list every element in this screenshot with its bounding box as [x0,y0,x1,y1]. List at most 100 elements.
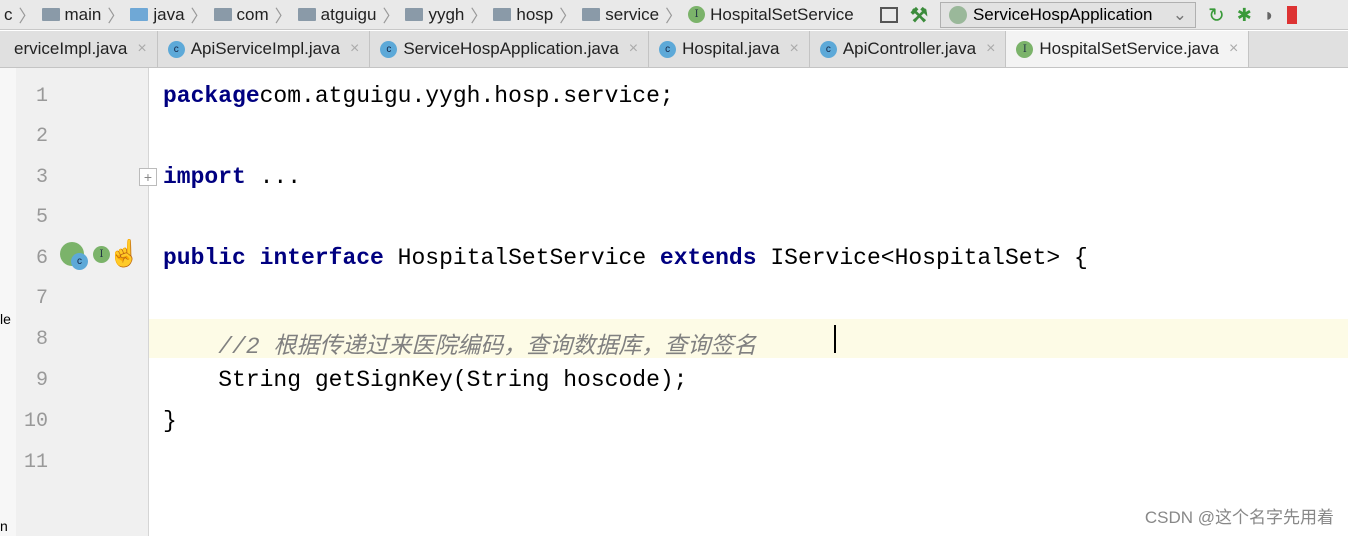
side-text: le [0,311,11,327]
line-number: 7 [35,287,48,310]
breadcrumb-label: main [64,4,102,24]
spring-class-icon: c [380,40,398,58]
run-config-label: ServiceHospApplication [972,5,1153,24]
package-icon [493,8,512,21]
editor-tabs: erviceImpl.java × c ApiServiceImpl.java × c Se… [0,31,1348,68]
code-line[interactable]: import ... [163,164,301,190]
code-token: package [163,83,260,109]
package-icon [213,8,232,21]
code-token: interface [259,245,384,271]
close-icon[interactable]: × [350,40,359,58]
breadcrumb-item[interactable]: main [38,5,106,25]
folder-icon [41,8,60,21]
code-line[interactable]: public interface HospitalSetService exte… [163,245,1088,271]
line-number: 3 [35,166,48,189]
tab-label: erviceImpl.java [14,39,128,58]
tab-erviceimpl[interactable]: erviceImpl.java × [0,31,158,67]
tab-hospitalsetservice[interactable]: I HospitalSetService.java × [1006,31,1250,67]
tab-label: ApiServiceImpl.java [190,39,340,58]
code-token: //2 根据传递过来医院编码，查询数据库，查询签名 [163,334,757,360]
line-number: 6 [35,247,48,270]
chevron-right-icon: 〉 [274,7,292,26]
close-icon[interactable]: × [1229,40,1238,58]
code-token: import [163,164,246,190]
code-token: } [163,408,177,434]
class-icon: c [659,40,677,58]
chevron-right-icon: 〉 [18,7,36,26]
build-hammer-icon[interactable]: ⚒ [910,3,928,28]
watermark: CSDN @这个名字先用着 [1144,508,1334,527]
breadcrumb-label: atguigu [320,4,377,24]
gutter: c I ☝ 1 2 3 5 6 7 8 9 10 11 [16,68,149,536]
side-text: n [0,518,8,534]
chevron-right-icon: 〉 [470,7,488,26]
close-icon[interactable]: × [629,40,638,58]
coverage-icon[interactable]: ◗ [1264,5,1275,26]
code-line[interactable]: } [163,408,177,434]
layout-icon[interactable] [880,7,898,23]
package-icon [297,8,316,21]
code-line[interactable]: //2 根据传递过来医院编码，查询数据库，查询签名 [163,326,756,360]
breadcrumb-item[interactable]: I HospitalSetService [684,5,858,25]
chevron-right-icon: 〉 [382,7,400,26]
code-token: String getSignKey(String hoscode); [163,367,688,393]
line-number: 2 [35,125,48,148]
close-icon[interactable]: × [789,40,798,58]
breadcrumb-label: com [236,4,269,24]
breadcrumb-label: hosp [516,4,554,24]
line-number: 11 [23,451,48,474]
project-panel-edge: le n [0,68,16,536]
code-token: public [163,245,246,271]
breadcrumb-label: java [153,4,185,24]
breadcrumb-item[interactable]: service [578,5,663,25]
breadcrumb-item[interactable]: java [126,5,188,25]
interface-icon: I [1016,40,1034,58]
stop-icon[interactable] [1286,6,1297,24]
text-caret [834,325,836,353]
chevron-right-icon: 〉 [190,7,208,26]
breadcrumb-item[interactable]: yygh [401,5,468,25]
code-token: IService<HospitalSet> { [756,245,1088,271]
class-icon: c [167,40,185,58]
interface-icon: I [688,6,706,23]
close-icon[interactable]: × [986,40,995,58]
chevron-down-icon: ⌄ [1172,5,1187,24]
tab-label: HospitalSetService.java [1039,39,1219,58]
rerun-icon[interactable]: ↻ [1208,3,1225,28]
tab-label: ServiceHospApplication.java [403,39,619,58]
chevron-right-icon: 〉 [665,7,683,26]
chevron-right-icon: 〉 [559,7,577,26]
close-icon[interactable]: × [137,40,146,58]
fold-expand-icon[interactable]: + [139,168,157,186]
hand-cursor-icon: ☝ [108,238,141,268]
tab-apiserviceimpl[interactable]: c ApiServiceImpl.java × [158,31,371,67]
code-token: com.atguigu.yygh.hosp.service; [259,83,674,109]
tab-hospital[interactable]: c Hospital.java × [649,31,810,67]
code-line[interactable]: packagecom.atguigu.yygh.hosp.service; [163,83,674,109]
line-number: 9 [35,369,48,392]
breadcrumb-label: service [605,4,660,24]
spring-icon [948,6,967,24]
code-token: HospitalSetService [383,245,660,271]
class-icon: c [819,40,837,58]
folder-blue-icon [130,8,149,21]
line-number: 1 [35,85,48,108]
breadcrumb-item[interactable]: atguigu [294,5,381,25]
code-token: extends [659,245,757,271]
code-line[interactable]: String getSignKey(String hoscode); [163,367,688,393]
class-icon: c [71,253,88,270]
tab-label: ApiController.java [842,39,977,58]
breadcrumb-label: yygh [428,4,465,24]
breadcrumb-label: HospitalSetService [710,4,854,24]
breadcrumb-item[interactable]: hosp [489,5,557,25]
debug-bug-icon[interactable]: ✱ [1237,5,1252,26]
tab-servicehospapplication[interactable]: c ServiceHospApplication.java × [370,31,650,67]
code-token: ... [245,164,302,190]
tab-apicontroller[interactable]: c ApiController.java × [810,31,1007,67]
breadcrumb-label: c [4,4,13,24]
run-config-select[interactable]: ServiceHospApplication ⌄ [939,2,1196,28]
breadcrumb-item[interactable]: com [210,5,273,25]
package-icon [582,8,601,21]
breadcrumb-item[interactable]: c [0,5,17,25]
